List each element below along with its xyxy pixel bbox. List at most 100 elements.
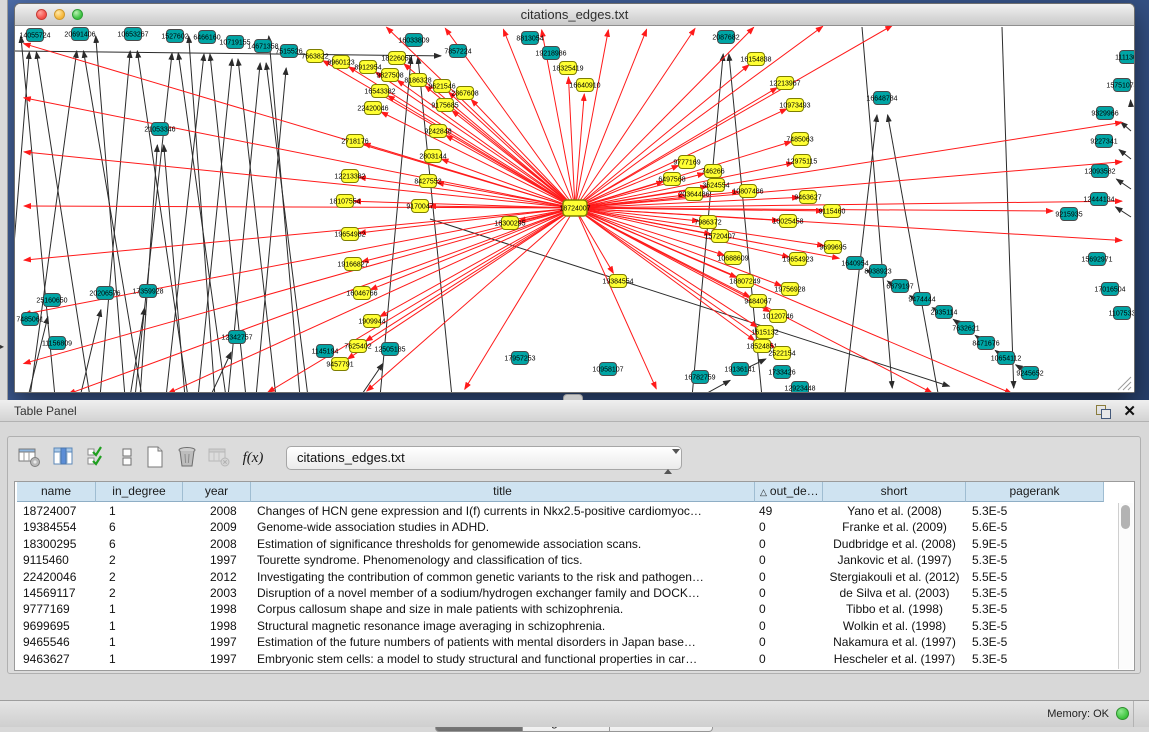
column-header-name[interactable]: name: [17, 482, 96, 502]
table-mode-icon[interactable]: [16, 445, 42, 471]
graph-node[interactable]: 8813054: [516, 32, 543, 45]
window-titlebar[interactable]: citations_edges.txt: [15, 4, 1134, 26]
graph-node[interactable]: 10120746: [762, 310, 793, 323]
scrollbar-thumb[interactable]: [1121, 505, 1130, 529]
graph-node[interactable]: 15692971: [1081, 253, 1112, 266]
graph-node[interactable]: 7515526: [275, 45, 302, 58]
graph-node[interactable]: 12093582: [1084, 165, 1115, 178]
graph-node[interactable]: 2935114: [931, 306, 958, 319]
row-height-icon[interactable]: [114, 445, 140, 471]
graph-node[interactable]: 20691406: [64, 28, 95, 41]
graph-node[interactable]: 14055724: [19, 29, 50, 42]
column-header-pagerank[interactable]: pagerank: [966, 482, 1104, 502]
graph-node[interactable]: 25160650: [36, 294, 67, 307]
graph-node[interactable]: 9699695: [819, 241, 846, 254]
graph-node[interactable]: 2803144: [419, 150, 446, 163]
graph-node[interactable]: 12444134: [1083, 193, 1114, 206]
graph-node[interactable]: 9115460: [819, 205, 846, 218]
graph-node[interactable]: 18107554: [329, 195, 360, 208]
table-scrollbar[interactable]: [1118, 503, 1133, 669]
collapsed-panel-edge[interactable]: ▸: [0, 0, 8, 400]
graph-hub-node[interactable]: 18724007: [559, 200, 590, 216]
graph-node[interactable]: 12213382: [334, 170, 365, 183]
graph-node[interactable]: 19654982: [334, 228, 365, 241]
column-header-short[interactable]: short: [823, 482, 966, 502]
table-row[interactable]: 911546021997Tourette syndrome. Phenomeno…: [15, 552, 1119, 569]
select-columns-icon[interactable]: [84, 445, 110, 471]
table-row[interactable]: 1872400712008Changes of HCN gene express…: [15, 503, 1119, 520]
column-header-in_degree[interactable]: in_degree: [96, 482, 183, 502]
table-row[interactable]: 977716911998Corpus callosum shape and si…: [15, 601, 1119, 618]
graph-node[interactable]: 6497568: [658, 173, 685, 186]
network-view-canvas[interactable]: 1405572420691406106532671527602646616010…: [15, 26, 1134, 392]
graph-node[interactable]: 1111304: [1115, 51, 1134, 64]
graph-node[interactable]: 7632621: [952, 322, 979, 335]
graph-node[interactable]: 9960123: [327, 56, 354, 69]
graph-node[interactable]: 16782759: [684, 371, 715, 384]
delete-column-icon[interactable]: [174, 445, 200, 471]
graph-node[interactable]: 19654923: [782, 253, 813, 266]
graph-node[interactable]: 9463627: [794, 191, 821, 204]
graph-node[interactable]: 16648784: [866, 92, 897, 105]
graph-node[interactable]: 17957253: [504, 352, 535, 365]
graph-node[interactable]: 19218986: [535, 47, 566, 60]
delete-table-icon[interactable]: [206, 445, 232, 471]
graph-node[interactable]: 9170047: [406, 200, 433, 213]
memory-ok-indicator-icon[interactable]: [1116, 707, 1129, 720]
graph-node[interactable]: 12213967: [769, 77, 800, 90]
graph-node[interactable]: 7857224: [444, 45, 471, 58]
close-panel-icon[interactable]: ✕: [1123, 402, 1136, 420]
graph-node[interactable]: 10688609: [717, 252, 748, 265]
graph-node[interactable]: 9245652: [1016, 367, 1043, 380]
graph-node[interactable]: 2087682: [712, 31, 739, 44]
graph-node[interactable]: 18325419: [552, 62, 583, 75]
graph-node[interactable]: 9227341: [1090, 135, 1117, 148]
graph-node[interactable]: 22420046: [357, 102, 388, 115]
memory-status-label[interactable]: Memory: OK: [1047, 708, 1109, 720]
graph-node[interactable]: 10958107: [592, 363, 623, 376]
graph-node[interactable]: 18226058: [381, 52, 412, 65]
table-row[interactable]: 1938455462009Genome-wide association stu…: [15, 519, 1119, 536]
table-selector-dropdown[interactable]: citations_edges.txt: [286, 446, 682, 470]
graph-node[interactable]: 10653267: [117, 28, 148, 41]
graph-node[interactable]: 8471676: [972, 337, 999, 350]
graph-node[interactable]: 1145194: [312, 345, 339, 358]
graph-node[interactable]: 6879197: [886, 280, 913, 293]
network-graph[interactable]: 1405572420691406106532671527602646616010…: [15, 26, 1134, 392]
graph-node[interactable]: 9215935: [1055, 208, 1082, 221]
graph-node[interactable]: 1107533: [1109, 307, 1134, 320]
graph-node[interactable]: 16640910: [569, 79, 600, 92]
graph-node[interactable]: 6466160: [193, 31, 220, 44]
graph-node[interactable]: 1527602: [161, 30, 188, 43]
graph-node[interactable]: 16154838: [740, 53, 771, 66]
graph-node[interactable]: 10719155: [219, 36, 250, 49]
graph-node[interactable]: 12342757: [221, 331, 252, 344]
graph-node[interactable]: 16543382: [364, 85, 395, 98]
table-row[interactable]: 2242004622012Investigating the contribut…: [15, 569, 1119, 586]
graph-node[interactable]: 10025458: [772, 215, 803, 228]
table-row[interactable]: 946554611997Estimation of the future num…: [15, 634, 1119, 651]
graph-node[interactable]: 17016504: [1094, 283, 1125, 296]
graph-node[interactable]: 17359928: [132, 285, 163, 298]
graph-node[interactable]: 12923448: [784, 382, 815, 393]
graph-node[interactable]: 10654112: [991, 352, 1022, 365]
graph-node[interactable]: 9329966: [1091, 107, 1118, 120]
table-row[interactable]: 946362711997Embryonic stem cells: a mode…: [15, 651, 1119, 668]
table-row[interactable]: 1456911722003Disruption of a novel membe…: [15, 585, 1119, 602]
graph-node[interactable]: 746266: [701, 165, 724, 178]
show-columns-icon[interactable]: [50, 445, 76, 471]
graph-node[interactable]: 19136141: [724, 363, 755, 376]
graph-node[interactable]: 7625402: [344, 340, 371, 353]
column-header-year[interactable]: year: [183, 482, 251, 502]
graph-node[interactable]: 10807486: [732, 185, 763, 198]
graph-node[interactable]: 12975115: [787, 155, 818, 168]
network-window[interactable]: citations_edges.txt 14055724 20691406 1065…: [14, 3, 1135, 393]
function-builder-icon[interactable]: f(x): [240, 445, 266, 471]
graph-node[interactable]: 15751074: [1106, 79, 1134, 92]
column-header-out_de[interactable]: △out_de…: [755, 482, 823, 502]
graph-node[interactable]: 14671358: [247, 40, 278, 53]
expand-panel-arrow-icon[interactable]: ▸: [0, 343, 4, 351]
column-header-title[interactable]: title: [251, 482, 755, 502]
create-column-icon[interactable]: [142, 445, 168, 471]
float-window-icon[interactable]: [1096, 405, 1111, 418]
